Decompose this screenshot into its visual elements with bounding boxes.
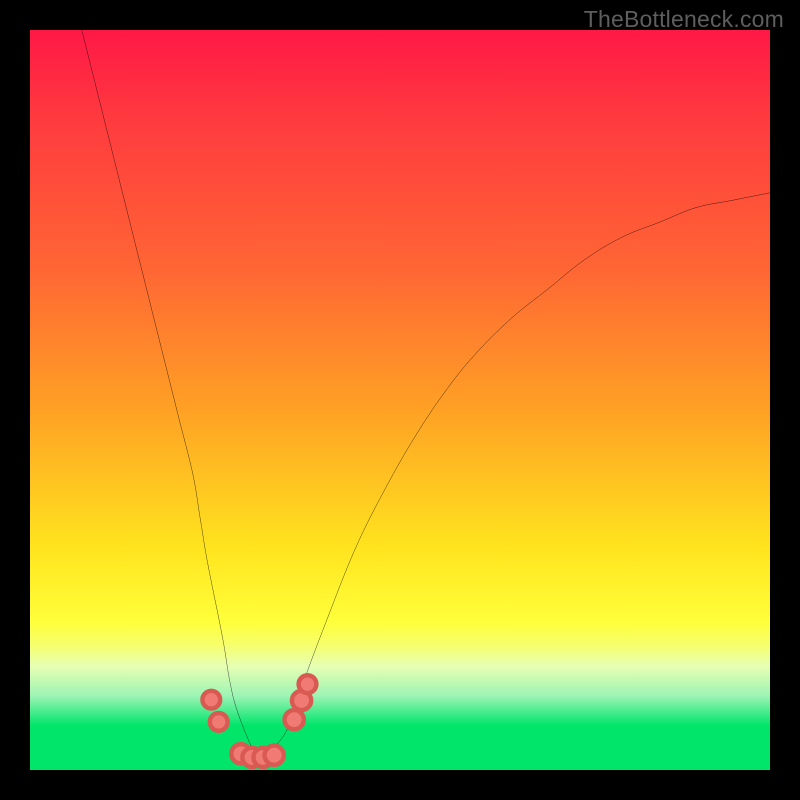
bead-group <box>202 675 316 767</box>
data-marker <box>299 675 317 693</box>
data-marker <box>265 746 284 765</box>
watermark-text: TheBottleneck.com <box>584 6 784 33</box>
curve-layer <box>30 30 770 770</box>
plot-area <box>30 30 770 770</box>
data-marker <box>285 710 304 729</box>
chart-frame: TheBottleneck.com <box>0 0 800 800</box>
data-marker <box>202 691 220 709</box>
curve-path <box>82 30 770 756</box>
data-marker <box>210 713 228 731</box>
